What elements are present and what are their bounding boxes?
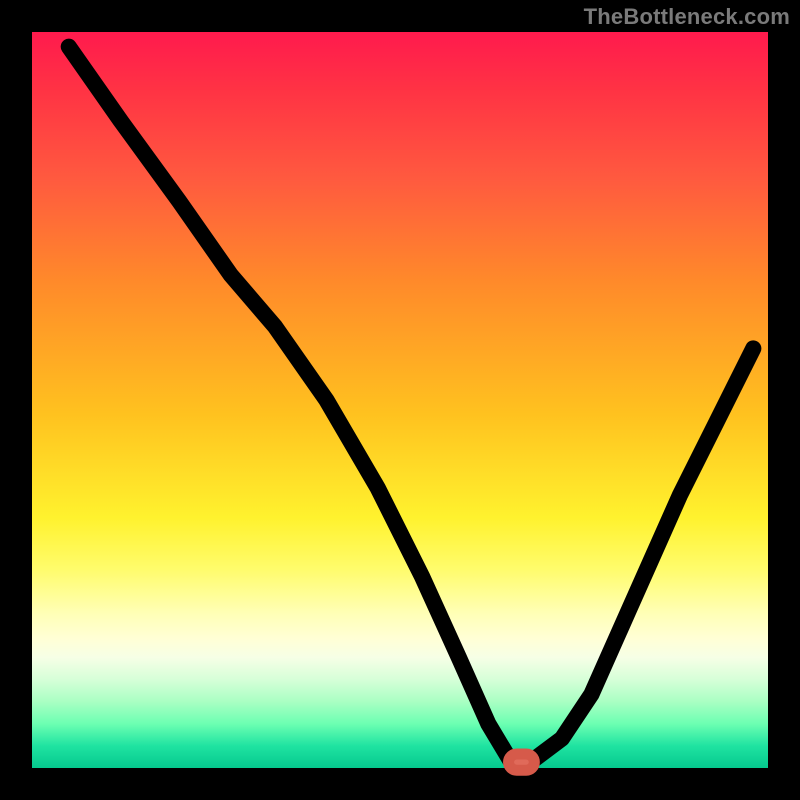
chart-frame: TheBottleneck.com xyxy=(0,0,800,800)
chart-svg xyxy=(32,32,768,768)
plot-area xyxy=(32,32,768,768)
optimal-marker xyxy=(509,754,535,770)
bottleneck-curve xyxy=(69,47,753,761)
watermark-label: TheBottleneck.com xyxy=(584,6,790,28)
